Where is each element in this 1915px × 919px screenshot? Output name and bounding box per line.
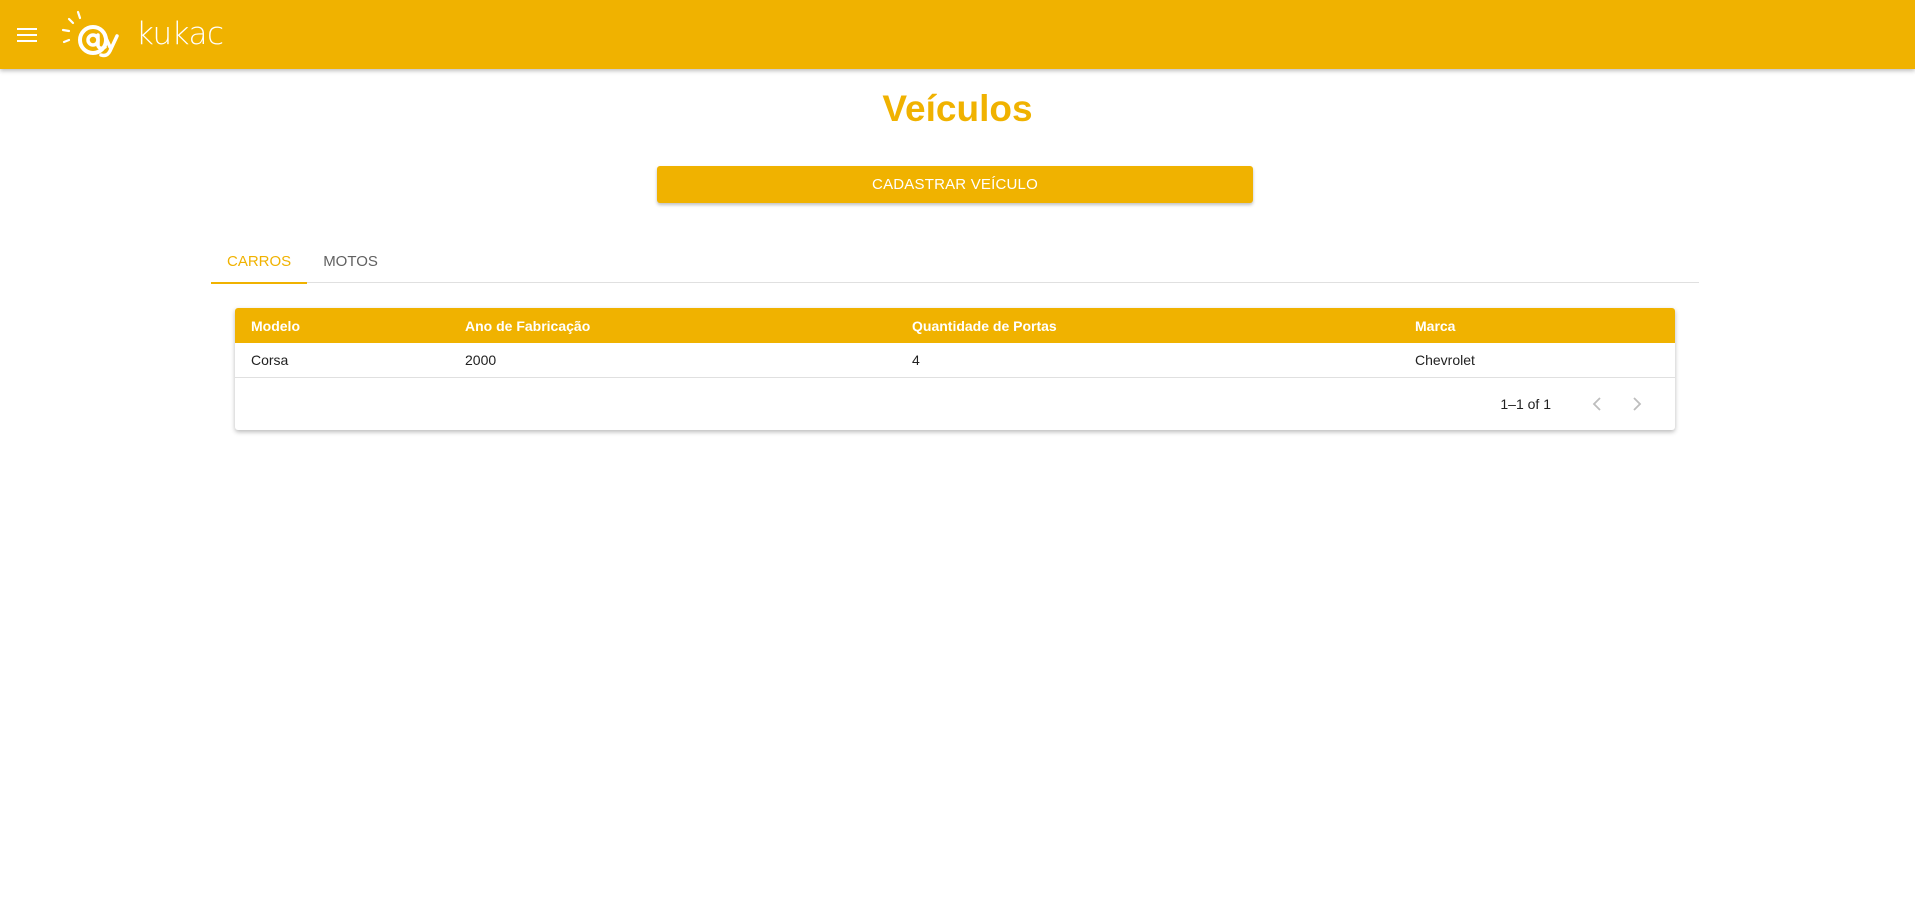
next-page-button[interactable] [1617, 384, 1657, 424]
register-vehicle-button[interactable]: CADASTRAR VEÍCULO [657, 166, 1253, 203]
menu-button[interactable] [0, 0, 54, 69]
column-header-marca[interactable]: Marca [1415, 318, 1675, 334]
page-title: Veículos [882, 88, 1033, 129]
table-header: Modelo Ano de Fabricação Quantidade de P… [235, 308, 1675, 343]
top-app-bar: kukac [0, 0, 1915, 69]
pagination-range: 1–1 of 1 [1500, 396, 1551, 412]
cell-ano: 2000 [465, 352, 497, 368]
vehicles-table: Modelo Ano de Fabricação Quantidade de P… [235, 308, 1675, 430]
cell-portas: 4 [912, 352, 920, 368]
menu-icon [17, 27, 37, 42]
column-header-modelo[interactable]: Modelo [235, 318, 465, 334]
table-row[interactable]: Corsa 2000 4 Chevrolet [235, 343, 1675, 378]
kukac-logo[interactable]: kukac [60, 0, 224, 69]
tab-carros[interactable]: CARROS [211, 240, 308, 284]
table-pagination: 1–1 of 1 [235, 378, 1675, 430]
kukac-logo-icon [61, 10, 119, 57]
column-header-ano[interactable]: Ano de Fabricação [465, 318, 912, 334]
cell-marca: Chevrolet [1415, 352, 1475, 368]
logo-text: kukac [136, 15, 224, 52]
chevron-right-icon [1633, 397, 1642, 411]
tab-motos[interactable]: MOTOS [307, 240, 394, 283]
column-header-portas[interactable]: Quantidade de Portas [912, 318, 1415, 334]
cell-modelo: Corsa [251, 352, 289, 368]
previous-page-button[interactable] [1577, 384, 1617, 424]
vehicle-tabs: CARROS MOTOS [211, 240, 1699, 284]
chevron-left-icon [1592, 397, 1601, 411]
